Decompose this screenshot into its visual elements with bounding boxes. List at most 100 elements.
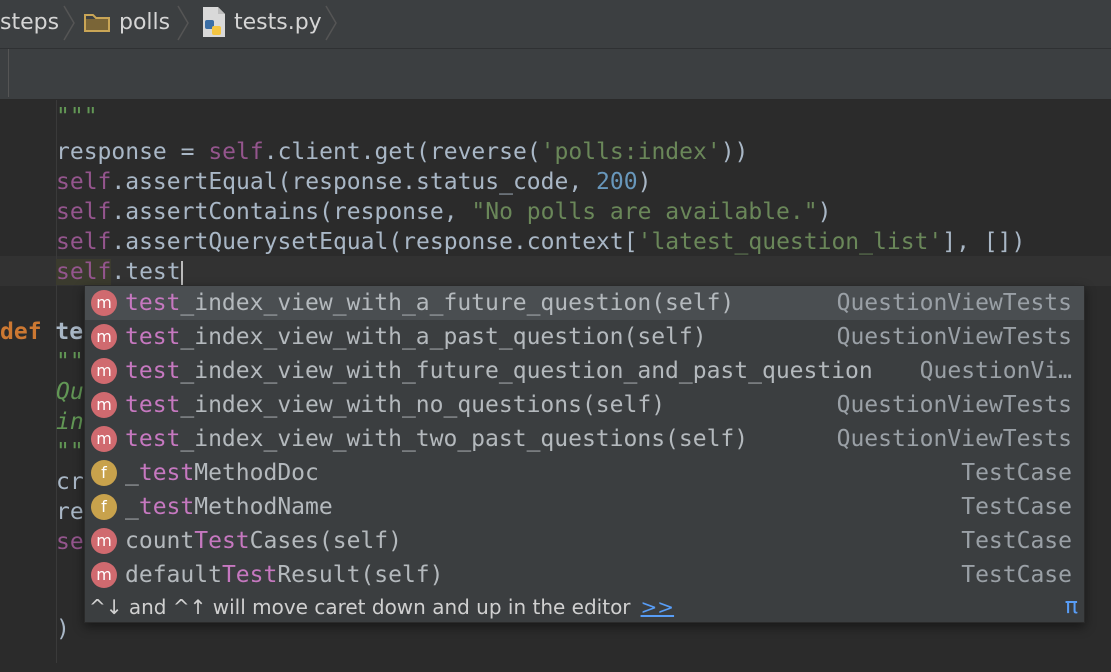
- text-caret: [180, 260, 183, 285]
- number-literal: 200: [596, 169, 638, 195]
- completion-item-owner: TestCase: [961, 562, 1072, 588]
- toolbar-panel: [8, 49, 1111, 97]
- code-line-assert-contains: self.assertContains(response, "No polls …: [56, 197, 831, 227]
- name-prefix: _: [125, 494, 139, 520]
- name-rest: _index_view_with_a_past_question(self): [180, 324, 707, 350]
- name-rest: _index_view_with_no_questions(self): [180, 392, 666, 418]
- def-keyword: def: [0, 319, 42, 345]
- code-text: )): [720, 139, 749, 165]
- python-file-icon: [203, 7, 225, 37]
- code-text: .assertContains(response,: [111, 199, 472, 225]
- method-icon: m: [91, 528, 117, 554]
- completion-item[interactable]: m test_index_view_with_a_future_question(…: [85, 286, 1084, 320]
- completion-item-name: test_index_view_with_no_questions(self): [125, 388, 665, 422]
- name-rest: Result(self): [277, 562, 444, 588]
- self-keyword: self: [56, 169, 112, 195]
- method-icon: m: [91, 392, 117, 418]
- name-match: Test: [221, 562, 278, 588]
- method-icon: m: [91, 426, 117, 452]
- code-line-assert-queryset: self.assertQuerysetEqual(response.contex…: [56, 227, 1025, 257]
- self-keyword: self: [56, 199, 112, 225]
- completion-item-owner: QuestionViewTests: [836, 290, 1072, 316]
- completion-item-owner: TestCase: [961, 460, 1072, 486]
- name-rest: _index_view_with_future_question_and_pas…: [180, 358, 873, 384]
- completion-item-owner: QuestionViewTests: [836, 426, 1072, 452]
- name-prefix: default: [125, 562, 222, 588]
- name-prefix: count: [125, 528, 195, 554]
- field-icon: f: [91, 460, 117, 486]
- code-line-assert-equal: self.assertEqual(response.status_code, 2…: [56, 167, 651, 197]
- completion-item[interactable]: m test_index_view_with_a_past_question(se…: [85, 320, 1084, 354]
- breadcrumb-item-steps[interactable]: steps: [0, 9, 59, 37]
- completion-item[interactable]: m test_index_view_with_no_questions(self)…: [85, 388, 1084, 422]
- hint-text: ^↓ and ^↑ will move caret down and up in…: [89, 595, 631, 619]
- code-line-doc-2: in: [56, 409, 84, 435]
- name-match: test: [125, 324, 181, 350]
- completion-item[interactable]: m countTestCases(self) TestCase: [85, 524, 1084, 558]
- completion-item-owner: QuestionVi…: [919, 358, 1072, 384]
- completion-popup[interactable]: m test_index_view_with_a_future_question(…: [84, 285, 1085, 623]
- completion-item-name: _testMethodDoc: [125, 456, 319, 490]
- code-text: ): [637, 169, 652, 195]
- method-icon: m: [91, 290, 117, 316]
- field-icon: f: [91, 494, 117, 520]
- function-name: te: [55, 319, 84, 345]
- name-rest: _index_view_with_two_past_questions(self…: [180, 426, 749, 452]
- name-match: test: [125, 392, 181, 418]
- name-match: test: [125, 290, 181, 316]
- method-icon: m: [91, 324, 117, 350]
- code-line-doc-close: "": [56, 439, 84, 465]
- breadcrumb-separator-icon: [63, 5, 75, 41]
- code-line-re: re: [56, 499, 84, 525]
- name-match: test: [138, 494, 195, 520]
- editor-toolbar: [0, 49, 1111, 100]
- pi-icon[interactable]: π: [1065, 592, 1078, 622]
- completion-item[interactable]: f _testMethodName TestCase: [85, 490, 1084, 524]
- name-match: test: [138, 460, 195, 486]
- completion-item-name: test_index_view_with_a_future_question(s…: [125, 286, 734, 320]
- breadcrumb-separator-icon: [325, 5, 337, 41]
- name-match: Test: [194, 528, 250, 554]
- code-line-close-paren: ): [56, 616, 70, 642]
- string-literal: 'latest_question_list': [637, 229, 943, 255]
- name-match: test: [125, 426, 181, 452]
- completion-item-owner: QuestionViewTests: [836, 324, 1072, 350]
- name-match: test: [125, 358, 181, 384]
- self-keyword: self: [208, 139, 264, 165]
- completion-item[interactable]: m test_index_view_with_future_question_an…: [85, 354, 1084, 388]
- name-rest: MethodName: [194, 494, 333, 520]
- folder-icon: [84, 14, 110, 32]
- completion-hint: ^↓ and ^↑ will move caret down and up in…: [89, 592, 674, 622]
- completion-item-owner: TestCase: [961, 528, 1072, 554]
- completion-item-owner: TestCase: [961, 494, 1072, 520]
- breadcrumb-item-polls[interactable]: polls: [119, 9, 170, 37]
- completion-item[interactable]: m test_index_view_with_two_past_questions…: [85, 422, 1084, 456]
- code-line-doc-open: "": [56, 349, 84, 375]
- name-rest: Cases(self): [249, 528, 402, 554]
- completion-item[interactable]: m defaultTestResult(self) TestCase: [85, 558, 1084, 592]
- breadcrumb-item-tests-py[interactable]: tests.py: [234, 9, 322, 37]
- code-line-docstring-end: """: [56, 104, 98, 130]
- completion-item-name: countTestCases(self): [125, 524, 402, 558]
- name-rest: MethodDoc: [194, 460, 319, 486]
- self-keyword: self: [56, 229, 112, 255]
- code-text: .client.get(reverse(: [263, 139, 541, 165]
- completion-item-name: test_index_view_with_two_past_questions(…: [125, 422, 748, 456]
- completion-item[interactable]: f _testMethodDoc TestCase: [85, 456, 1084, 490]
- code-line-doc-1: Qu: [56, 379, 84, 405]
- completion-item-name: test_index_view_with_a_past_question(sel…: [125, 320, 707, 354]
- code-line-se: se: [56, 529, 84, 555]
- breadcrumb: steps polls tests.py: [0, 0, 1111, 49]
- completion-item-owner: QuestionViewTests: [836, 392, 1072, 418]
- name-rest: _index_view_with_a_future_question(self): [180, 290, 735, 316]
- method-icon: m: [91, 358, 117, 384]
- code-line-def: def te: [0, 317, 83, 347]
- self-keyword: self: [56, 259, 112, 285]
- more-link[interactable]: >>: [641, 595, 675, 619]
- code-line-response: response = self.client.get(reverse('poll…: [56, 137, 748, 167]
- code-line-current: self.test: [56, 257, 183, 287]
- string-literal: "No polls are available.": [471, 199, 818, 225]
- string-literal: 'polls:index': [540, 139, 721, 165]
- code-text: .assertEqual(response.status_code,: [111, 169, 597, 195]
- completion-item-name: defaultTestResult(self): [125, 558, 444, 592]
